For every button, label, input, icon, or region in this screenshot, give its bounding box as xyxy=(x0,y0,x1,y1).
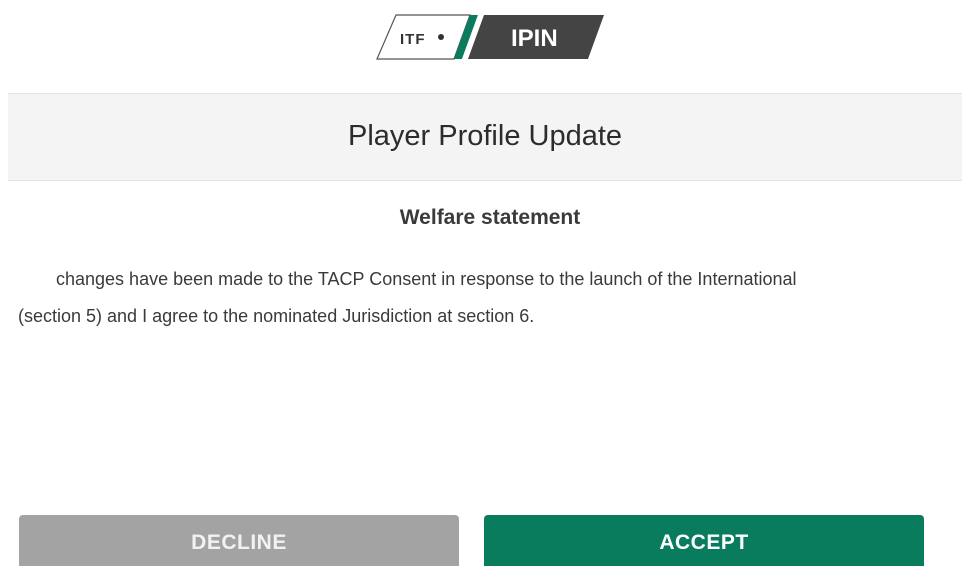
statement-line: (section 5) and I agree to the nominated… xyxy=(18,306,535,326)
statement-line: changes have been made to the TACP Conse… xyxy=(56,269,797,289)
decline-button[interactable]: DECLINE xyxy=(19,515,459,566)
logo-ipin-text: IPIN xyxy=(511,25,558,52)
welfare-statement-body: changes have been made to the TACP Conse… xyxy=(18,266,958,326)
welfare-statement-heading: Welfare statement xyxy=(399,206,581,229)
logo-itf-text: ITF xyxy=(400,31,426,48)
itf-ipin-logo: ITF IPIN xyxy=(374,12,606,64)
accept-button[interactable]: ACCEPT xyxy=(484,515,924,566)
title-banner: Player Profile Update xyxy=(8,93,962,181)
page-title: Player Profile Update xyxy=(347,119,623,152)
page: ITF IPIN Player Profile Update Welfare s… xyxy=(0,0,962,566)
logo-ball-icon xyxy=(438,34,444,40)
itf-ipin-logo-graphic: ITF IPIN xyxy=(376,14,604,60)
